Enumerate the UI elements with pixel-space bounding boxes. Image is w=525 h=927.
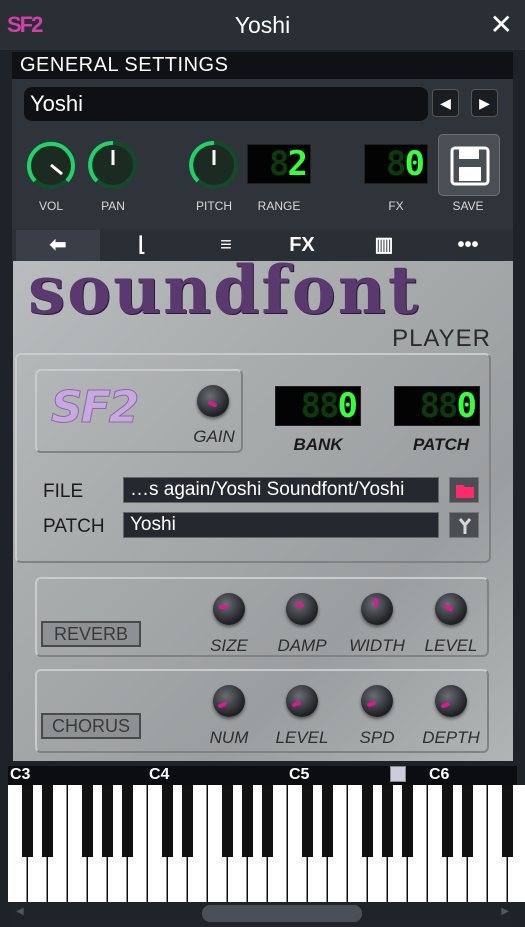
folder-icon	[456, 485, 474, 498]
file-label: FILE	[43, 481, 84, 502]
open-file-button[interactable]	[449, 477, 479, 503]
soundfont-logo: soundfont	[28, 251, 421, 329]
chorus-toggle-button[interactable]: CHORUS	[41, 713, 141, 739]
range-label: RANGE	[257, 199, 301, 213]
chorus-speed-knob[interactable]	[361, 685, 393, 717]
black-key[interactable]	[122, 785, 133, 857]
volume-label: VOL	[38, 199, 63, 213]
window-title: Yoshi	[234, 12, 291, 38]
octave-label-c3: C3	[10, 766, 31, 783]
patch-display-label: PATCH	[412, 435, 470, 454]
sf2-badge: SF2	[50, 382, 139, 434]
bank-label: BANK	[293, 435, 343, 454]
fx-display[interactable]: 80	[364, 144, 428, 184]
black-key[interactable]	[162, 785, 173, 857]
reverb-width-knob[interactable]	[361, 593, 393, 625]
scrollbar-thumb[interactable]	[202, 905, 362, 922]
choose-patch-button[interactable]	[449, 512, 479, 538]
wrench-icon	[458, 518, 472, 534]
piano-keyboard: C3 C4 C5 C6	[8, 766, 525, 902]
black-key[interactable]	[42, 785, 53, 857]
black-key[interactable]	[382, 785, 393, 857]
reverb-size-knob[interactable]	[213, 593, 245, 625]
scroll-left-icon[interactable]: ◀	[16, 906, 24, 917]
file-path-field[interactable]: …s again/Yoshi Soundfont/Yoshi	[123, 477, 439, 503]
reverb-level-label: LEVEL	[424, 636, 478, 655]
piano-scrollbar[interactable]: ◀ ▶	[12, 902, 513, 927]
black-key[interactable]	[442, 785, 453, 857]
patch-name-field[interactable]: Yoshi	[123, 512, 439, 538]
piano-keys	[8, 785, 525, 902]
black-key[interactable]	[502, 785, 513, 857]
chorus-num-knob[interactable]	[213, 685, 245, 717]
black-key[interactable]	[402, 785, 413, 857]
black-key[interactable]	[262, 785, 273, 857]
save-button[interactable]	[438, 134, 500, 196]
patch-display[interactable]: 880	[394, 386, 480, 426]
reverb-damp-label: DAMP	[277, 636, 327, 655]
floppy-disk-icon	[450, 146, 490, 186]
title-bar: SF2 Yoshi ✕	[0, 0, 525, 50]
volume-knob[interactable]	[24, 138, 78, 192]
reverb-width-label: WIDTH	[349, 636, 405, 655]
player-subtitle: PLAYER	[392, 325, 491, 352]
more-icon: •••	[457, 234, 479, 256]
chorus-num-label: NUM	[209, 728, 249, 747]
patch-row-label: PATCH	[43, 516, 105, 537]
range-display[interactable]: 82	[247, 144, 311, 184]
chorus-level-knob[interactable]	[286, 685, 318, 717]
pan-label: PAN	[101, 199, 125, 213]
pan-knob[interactable]	[86, 138, 140, 192]
bank-display[interactable]: 880	[275, 386, 361, 426]
black-key[interactable]	[242, 785, 253, 857]
chorus-depth-knob[interactable]	[435, 685, 467, 717]
scroll-right-icon[interactable]: ▶	[501, 906, 509, 917]
previous-preset-button[interactable]: ◀	[432, 89, 459, 117]
black-key[interactable]	[102, 785, 113, 857]
general-settings-header: GENERAL SETTINGS	[12, 52, 513, 79]
black-key[interactable]	[82, 785, 93, 857]
black-key[interactable]	[222, 785, 233, 857]
soundfont-player-panel: soundfont PLAYER SF2 GAIN 880 BANK 880 P…	[13, 251, 513, 761]
base-note-marker[interactable]	[390, 766, 406, 782]
black-key[interactable]	[362, 785, 373, 857]
black-key[interactable]	[302, 785, 313, 857]
gain-label: GAIN	[193, 427, 235, 446]
chorus-depth-label: DEPTH	[422, 728, 480, 747]
octave-label-c5: C5	[289, 766, 310, 783]
black-key[interactable]	[462, 785, 473, 857]
save-label: SAVE	[452, 199, 484, 213]
next-preset-button[interactable]: ▶	[471, 89, 498, 117]
instrument-name-field[interactable]: Yoshi	[24, 87, 428, 121]
reverb-size-label: SIZE	[210, 636, 248, 655]
pitch-knob[interactable]	[187, 138, 241, 192]
pitch-label: PITCH	[196, 199, 232, 213]
tab-more[interactable]: •••	[426, 230, 510, 261]
close-icon[interactable]: ✕	[490, 8, 513, 41]
reverb-level-knob[interactable]	[435, 593, 467, 625]
black-key[interactable]	[22, 785, 33, 857]
black-key[interactable]	[182, 785, 193, 857]
chorus-speed-label: SPD	[359, 728, 395, 747]
reverb-damp-knob[interactable]	[286, 593, 318, 625]
reverb-toggle-button[interactable]: REVERB	[41, 621, 141, 647]
gain-knob[interactable]	[197, 385, 229, 417]
chorus-level-label: LEVEL	[275, 728, 329, 747]
octave-label-c6: C6	[429, 766, 450, 783]
octave-label-c4: C4	[149, 766, 170, 783]
black-key[interactable]	[322, 785, 333, 857]
fx-label: FX	[388, 199, 404, 213]
